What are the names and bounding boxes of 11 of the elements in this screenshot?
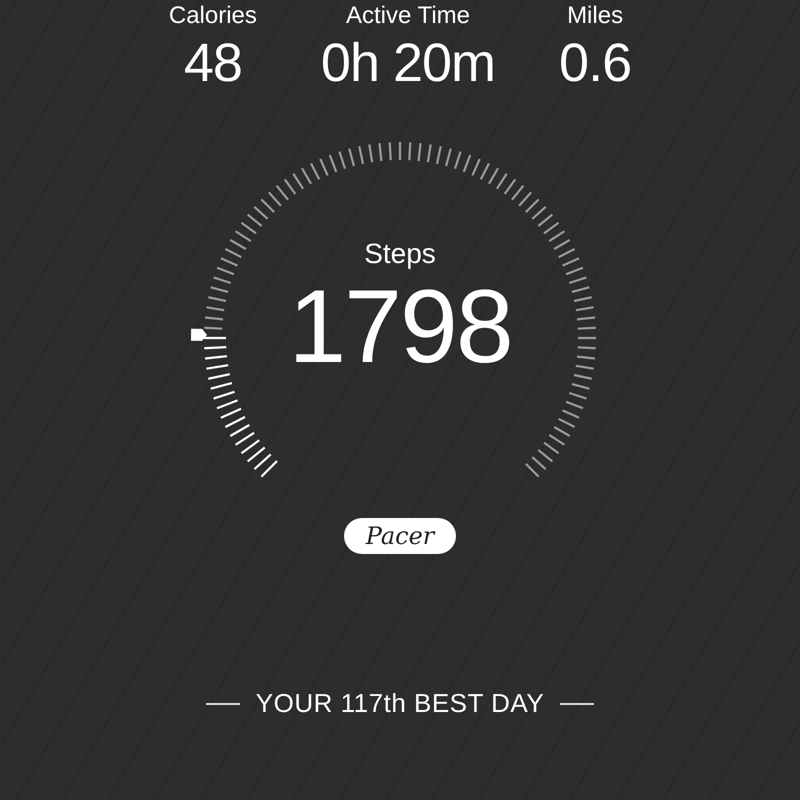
stat-label: Calories [168,4,257,28]
stat-label: Miles [567,4,624,28]
progress-marker-icon [190,328,208,341]
best-day-text: YOUR 117th BEST DAY [256,687,544,720]
stat-label: Active Time [346,4,470,28]
stat-value: 48 [184,36,242,90]
stat-value: 0.6 [559,36,632,90]
steps-count: 1798 [288,275,512,379]
stat-value: 0h 20m [320,36,496,90]
pacer-logo: Pacer [344,518,456,554]
steps-label: Steps [364,237,436,271]
